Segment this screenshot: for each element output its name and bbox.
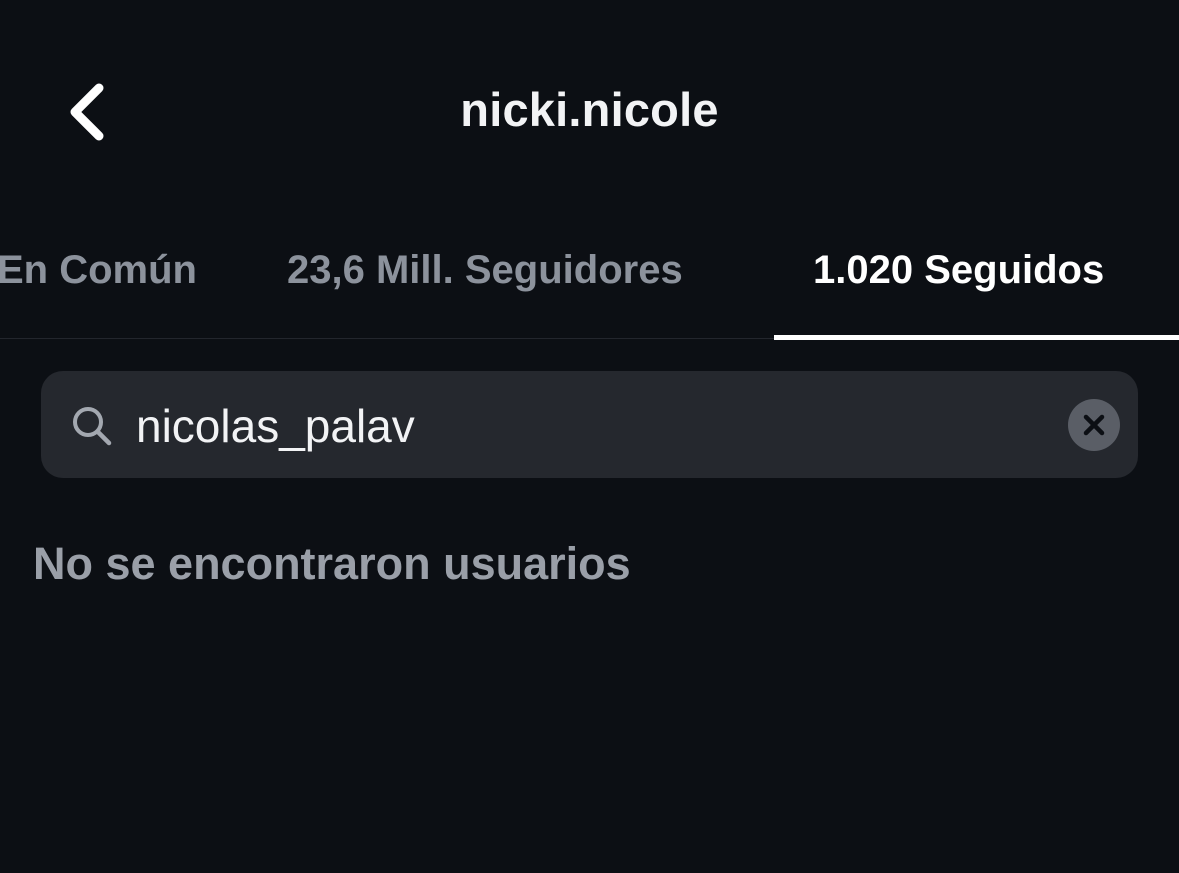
clear-icon bbox=[1083, 414, 1105, 436]
active-tab-indicator bbox=[774, 335, 1179, 340]
page-title: nicki.nicole bbox=[460, 83, 719, 136]
empty-results-message: No se encontraron usuarios bbox=[33, 538, 631, 589]
tab-seguidos[interactable]: 1.020 Seguidos bbox=[813, 248, 1104, 293]
tab-bar: En Común 23,6 Mill. Seguidores 1.020 Seg… bbox=[0, 236, 1179, 340]
search-input[interactable] bbox=[136, 391, 1036, 461]
search-icon bbox=[73, 407, 112, 446]
clear-search-button[interactable] bbox=[1068, 399, 1120, 451]
tab-seguidores[interactable]: 23,6 Mill. Seguidores bbox=[287, 248, 683, 293]
tab-en-comun[interactable]: En Común bbox=[0, 248, 197, 293]
header: nicki.nicole bbox=[0, 0, 1179, 200]
